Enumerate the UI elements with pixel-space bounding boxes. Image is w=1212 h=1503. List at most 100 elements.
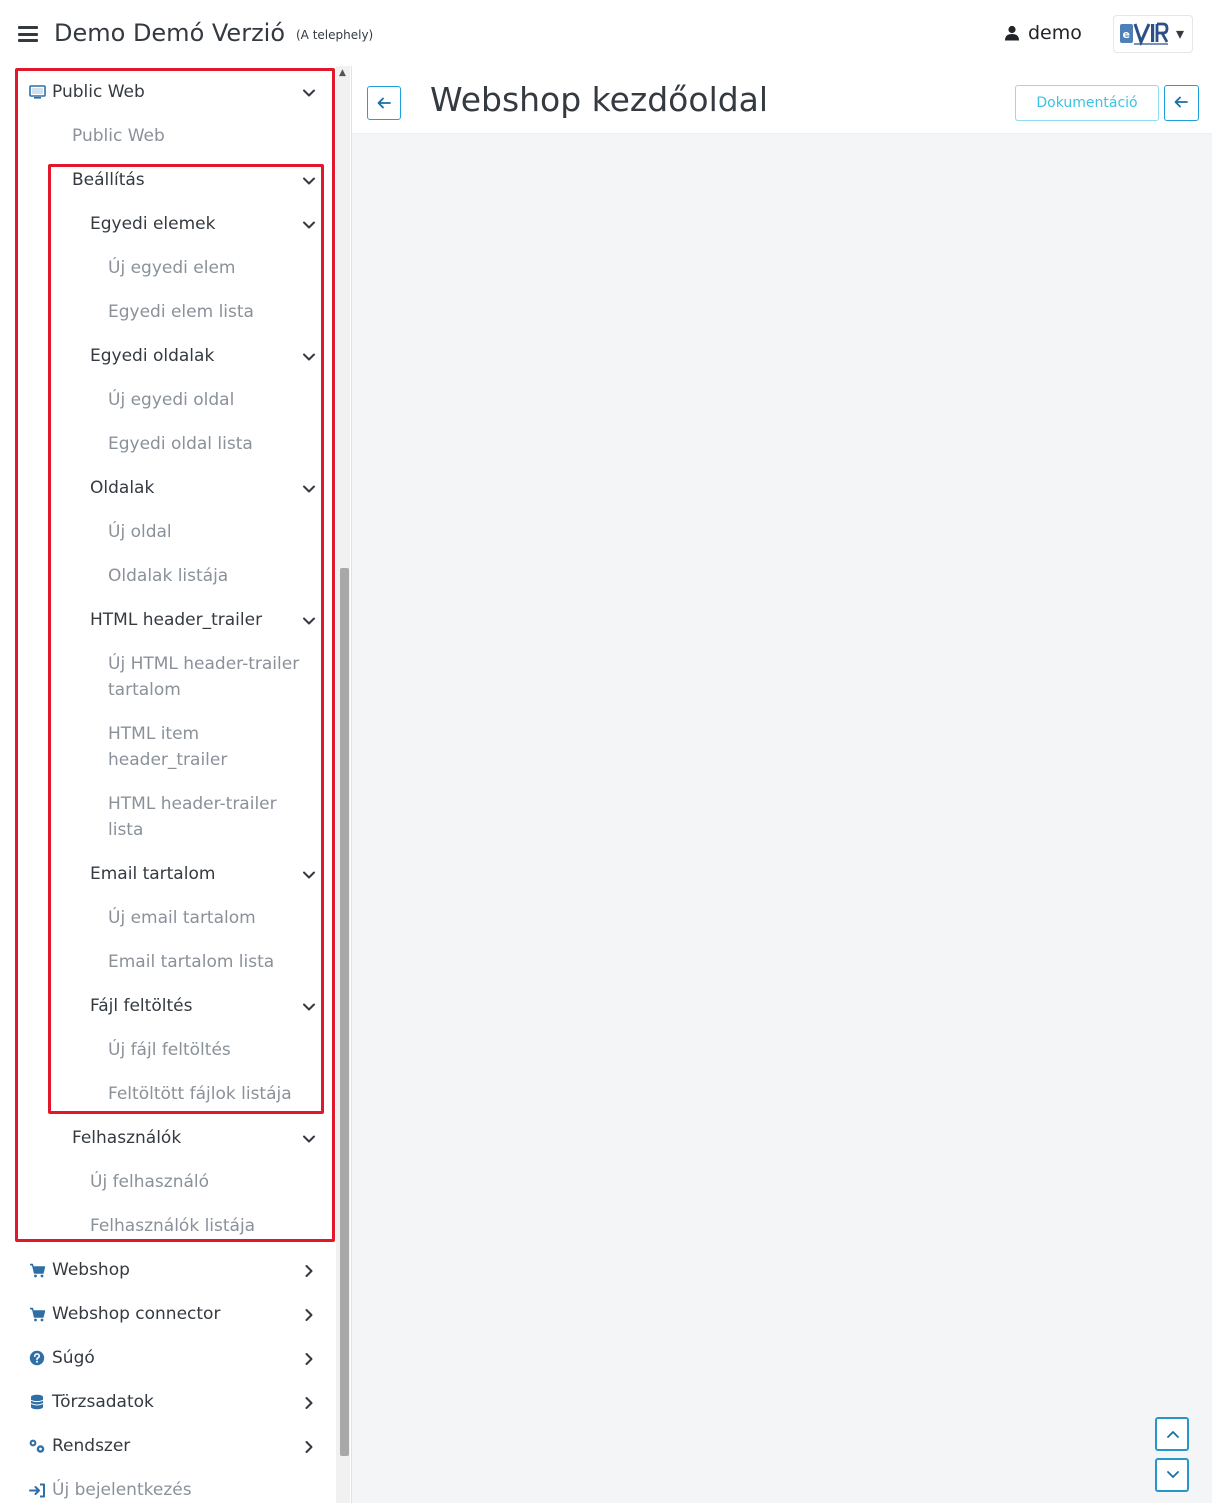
sidebar-item-label: Rendszer (52, 1436, 131, 1456)
back-button-right[interactable] (1164, 85, 1199, 121)
menu-toggle-icon[interactable] (18, 26, 38, 42)
brand-logo: e (1120, 22, 1169, 47)
sidebar-item-label: Webshop (52, 1260, 130, 1280)
database-icon (28, 1394, 46, 1410)
sidebar-item-label: Public Web (52, 82, 145, 102)
sidebar-item-uj-egyedi-oldal[interactable]: Új egyedi oldal (108, 378, 336, 422)
sidebar-item-label: Egyedi elemek (90, 214, 216, 234)
sign-in-icon (28, 1482, 46, 1498)
chevron-right-icon (302, 1395, 316, 1409)
sidebar-item-label: Oldalak (90, 478, 155, 498)
sidebar-item-uj-oldal[interactable]: Új oldal (108, 510, 336, 554)
chevron-up-icon (1167, 1431, 1179, 1438)
sidebar-item-email-tartalom[interactable]: Email tartalom (90, 852, 336, 896)
chevron-down-icon (302, 999, 316, 1013)
sidebar-item-email-tartalom-lista[interactable]: Email tartalom lista (108, 940, 336, 984)
page-title: Webshop kezdőoldal (430, 80, 769, 119)
sidebar-item-public-web[interactable]: Public Web (72, 114, 336, 158)
sidebar: Public Web Public Web Beállítás Egyedi elem… (0, 66, 352, 1503)
caret-down-icon: ▾ (1176, 24, 1185, 43)
sidebar-item-label: Webshop connector (52, 1304, 221, 1324)
chevron-down-icon (302, 867, 316, 881)
app-title[interactable]: Demo Demó Verzió (54, 19, 285, 47)
sidebar-item-label: Új HTML header-trailer tartalom (108, 651, 299, 703)
sidebar-item-html-item[interactable]: HTML item header_trailer (108, 712, 336, 782)
cart-icon (28, 1262, 46, 1278)
cogs-icon (28, 1438, 46, 1454)
sidebar-item-uj-bejelentkezes[interactable]: Új bejelentkezés (28, 1468, 336, 1503)
sidebar-item-oldalak[interactable]: Oldalak (90, 466, 336, 510)
user-name: demo (1028, 22, 1082, 44)
scroll-to-bottom-button[interactable] (1155, 1458, 1189, 1492)
sidebar-item-html-header-trailer[interactable]: HTML header-trailer lista (108, 782, 336, 852)
sidebar-item-uj-email-tartalom[interactable]: Új email tartalom (108, 896, 336, 940)
sidebar-item-sugo[interactable]: Súgó (28, 1336, 336, 1380)
label-line-2: lista (108, 820, 144, 840)
back-button[interactable] (367, 86, 401, 120)
sidebar-item-label: HTML item header_trailer (108, 721, 227, 773)
chevron-right-icon (302, 1351, 316, 1365)
sidebar-item-torzsadatok[interactable]: Törzsadatok (28, 1380, 336, 1424)
sidebar-item-egyedi-oldal-lista[interactable]: Egyedi oldal lista (108, 422, 336, 466)
chevron-down-icon (302, 173, 316, 187)
chevron-down-icon (302, 349, 316, 363)
brand-dropdown[interactable]: e ▾ (1113, 15, 1193, 53)
sidebar-item-label: Új oldal (108, 522, 172, 542)
documentation-button[interactable]: Dokumentáció (1015, 85, 1159, 121)
sidebar-item-label: Egyedi elem lista (108, 302, 254, 322)
sidebar-item-label: Új fájl feltöltés (108, 1040, 231, 1060)
top-navbar: Demo Demó Verzió (A telephely) demo e ▾ (0, 0, 1212, 66)
sidebar-item-uj-html-header-trailer[interactable]: Új HTML header-trailer tartalom (108, 642, 336, 712)
sidebar-item-label: Email tartalom lista (108, 952, 275, 972)
label-line-2: header_trailer (108, 750, 228, 770)
scroll-up-arrow-icon[interactable]: ▲ (339, 68, 346, 78)
sidebar-item-label: Egyedi oldal lista (108, 434, 253, 454)
sidebar-item-uj-felhasznalo[interactable]: Új felhasználó (90, 1160, 336, 1204)
site-label: (A telephely) (296, 28, 374, 42)
sidebar-item-uj-fajl-feltoltes[interactable]: Új fájl feltöltés (108, 1028, 336, 1072)
sidebar-item-label: Súgó (52, 1348, 95, 1368)
sidebar-item-html-header-trailer[interactable]: HTML header_trailer (90, 598, 336, 642)
sidebar-item-label: Felhasználók (72, 1128, 182, 1148)
chevron-down-icon (1167, 1471, 1179, 1478)
arrow-left-icon (377, 97, 391, 109)
sidebar-item-label: Public Web (72, 126, 165, 146)
sidebar-item-label: Új email tartalom (108, 908, 256, 928)
svg-text:e: e (1123, 28, 1130, 41)
sidebar-item-uj-egyedi-elem[interactable]: Új egyedi elem (108, 246, 336, 290)
sidebar-item-beallitas[interactable]: Beállítás (72, 158, 336, 202)
label-line-1: Új HTML header-trailer (108, 654, 300, 674)
sidebar-item-felhasznalok-listaja[interactable]: Felhasználók listája (90, 1204, 336, 1248)
sidebar-item-webshop-connector[interactable]: Webshop connector (28, 1292, 336, 1336)
sidebar-item-egyedi-elemek[interactable]: Egyedi elemek (90, 202, 336, 246)
user-menu[interactable]: demo (1004, 22, 1082, 44)
sidebar-item-label: Oldalak listája (108, 566, 229, 586)
cart-icon (28, 1306, 46, 1322)
chevron-right-icon (302, 1439, 316, 1453)
sidebar-item-felhasznalok[interactable]: Felhasználók (72, 1116, 336, 1160)
page-header: Webshop kezdőoldal Dokumentáció (352, 66, 1212, 134)
sidebar-item-label: Új egyedi oldal (108, 390, 235, 410)
sidebar-item-feltoltott-fajlok-listaja[interactable]: Feltöltött fájlok listája (108, 1072, 336, 1116)
scroll-to-top-button[interactable] (1155, 1417, 1189, 1451)
arrow-left-icon (1174, 96, 1188, 108)
chevron-down-icon (302, 1131, 316, 1145)
sidebar-item-label: Törzsadatok (52, 1392, 154, 1412)
label-line-1: HTML header-trailer (108, 794, 277, 814)
sidebar-item-webshop[interactable]: Webshop (28, 1248, 336, 1292)
sidebar-item-label: HTML header_trailer (90, 610, 263, 630)
label-line-1: HTML item (108, 724, 200, 744)
sidebar-scrollbar-thumb[interactable] (340, 568, 349, 1456)
sidebar-item-egyedi-elem-lista[interactable]: Egyedi elem lista (108, 290, 336, 334)
sidebar-item-oldalak-listaja[interactable]: Oldalak listája (108, 554, 336, 598)
chevron-right-icon (302, 1307, 316, 1321)
sidebar-item-label: Felhasználók listája (90, 1216, 256, 1236)
sidebar-item-rendszer[interactable]: Rendszer (28, 1424, 336, 1468)
sidebar-item-egyedi-oldalak[interactable]: Egyedi oldalak (90, 334, 336, 378)
chevron-down-icon (302, 481, 316, 495)
label-line-2: tartalom (108, 680, 181, 700)
chevron-right-icon (302, 1263, 316, 1277)
chevron-down-icon (302, 217, 316, 231)
sidebar-item-fajl-feltoltes[interactable]: Fájl feltöltés (90, 984, 336, 1028)
sidebar-item-public-web[interactable]: Public Web (28, 70, 336, 114)
